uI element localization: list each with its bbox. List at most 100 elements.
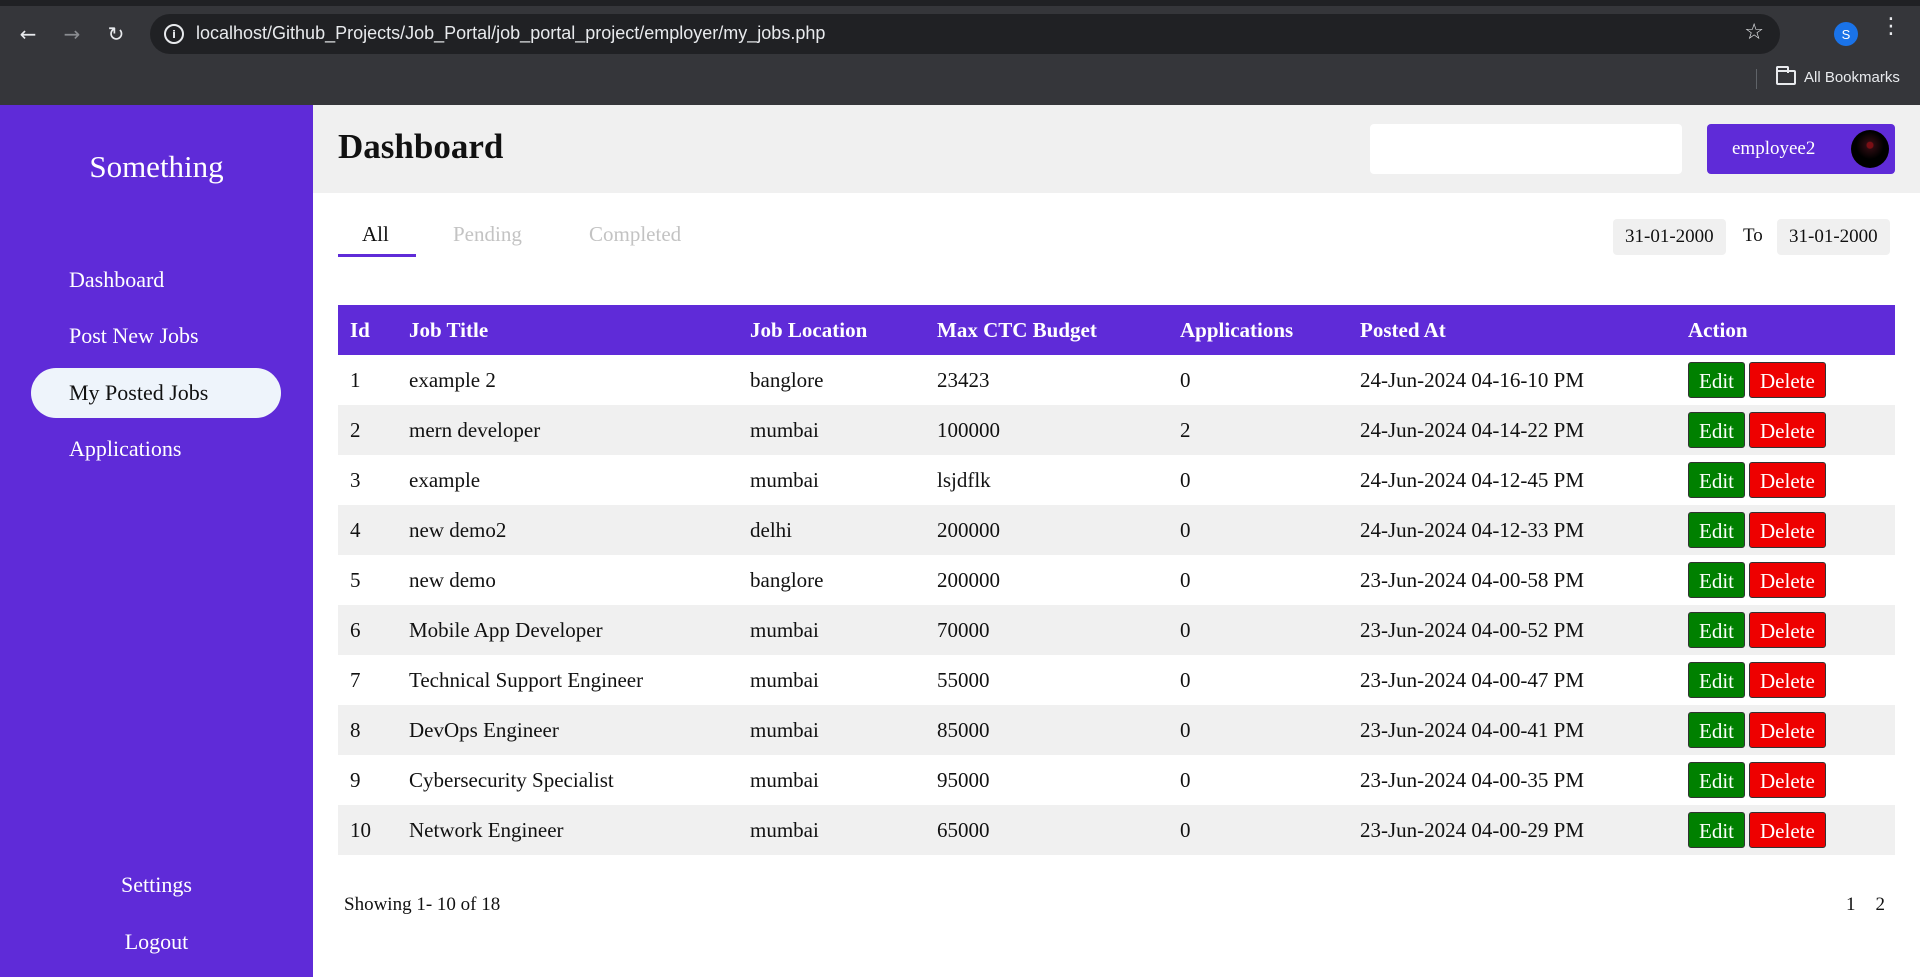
date-to-field[interactable]: 31-01-2000 [1777, 219, 1890, 255]
cell-job-title: Cybersecurity Specialist [409, 767, 614, 792]
cell-max-ctc: 200000 [925, 505, 1168, 555]
column-header-action: Action [1676, 305, 1895, 355]
cell-id: 9 [350, 767, 361, 792]
sidebar-item-applications[interactable]: Applications [31, 424, 281, 474]
delete-button[interactable]: Delete [1749, 812, 1826, 848]
cell-applications: 0 [1180, 567, 1191, 592]
tab-all[interactable]: All [362, 222, 389, 247]
delete-button[interactable]: Delete [1749, 362, 1826, 398]
cell-action: Edit Delete [1676, 655, 1895, 705]
jobs-table: Id Job Title Job Location Max CTC Budget… [338, 305, 1895, 855]
cell-id: 10 [338, 805, 397, 855]
date-from-field[interactable]: 31-01-2000 [1613, 219, 1726, 255]
cell-max-ctc: 95000 [937, 767, 990, 792]
edit-button[interactable]: Edit [1688, 812, 1745, 848]
sidebar-item-label: Post New Jobs [69, 323, 199, 348]
sidebar: Something Dashboard Post New Jobs My Pos… [0, 105, 313, 977]
delete-button[interactable]: Delete [1749, 712, 1826, 748]
table-row: 6 Mobile App Developer mumbai 70000 0 23-Jun-… [338, 605, 1895, 655]
cell-max-ctc: 65000 [925, 805, 1168, 855]
cell-job-location: mumbai [738, 705, 925, 755]
reload-icon[interactable]: ↻ [100, 18, 132, 50]
sidebar-item-post-new-jobs[interactable]: Post New Jobs [31, 311, 281, 361]
cell-applications: 2 [1168, 405, 1348, 455]
cell-action: Edit Delete [1676, 605, 1895, 655]
profile-avatar[interactable]: S [1834, 22, 1858, 46]
edit-button[interactable]: Edit [1688, 662, 1745, 698]
edit-button[interactable]: Edit [1688, 612, 1745, 648]
pagination-summary: Showing 1- 10 of 18 [344, 894, 501, 915]
delete-button[interactable]: Delete [1749, 762, 1826, 798]
search-input[interactable] [1370, 124, 1682, 174]
cell-job-title: new demo2 [397, 505, 738, 555]
edit-button[interactable]: Edit [1688, 562, 1745, 598]
delete-button[interactable]: Delete [1749, 662, 1826, 698]
table-row: 1 example 2 banglore 23423 0 24-Jun-2024 04-1… [338, 355, 1895, 405]
page-link-2[interactable]: 2 [1876, 894, 1886, 916]
tab-pending[interactable]: Pending [453, 222, 522, 247]
cell-posted-at: 23-Jun-2024 04-00-35 PM [1360, 767, 1584, 792]
cell-job-title: example [409, 467, 481, 492]
cell-applications: 0 [1180, 367, 1191, 392]
delete-button[interactable]: Delete [1749, 562, 1826, 598]
cell-job-title: Network Engineer [397, 805, 738, 855]
pagination: 1 2 [1846, 894, 1885, 916]
cell-applications: 0 [1168, 605, 1348, 655]
edit-button[interactable]: Edit [1688, 712, 1745, 748]
all-bookmarks-button[interactable]: All Bookmarks [1776, 66, 1900, 86]
tab-strip [0, 0, 1920, 6]
cell-posted-at: 24-Jun-2024 04-16-10 PM [1360, 367, 1584, 392]
table-row: 3 example mumbai lsjdflk 0 24-Jun-2024 04-12-… [338, 455, 1895, 505]
cell-max-ctc: 100000 [925, 405, 1168, 455]
cell-applications: 0 [1168, 505, 1348, 555]
table-row: 2 mern developer mumbai 100000 2 24-Jun-2024 … [338, 405, 1895, 455]
column-header-posted-at: Posted At [1348, 305, 1676, 355]
back-arrow-icon[interactable]: ← [12, 18, 44, 50]
delete-button[interactable]: Delete [1749, 462, 1826, 498]
bookmark-star-icon[interactable]: ☆ [1744, 20, 1764, 45]
cell-id: 1 [350, 367, 361, 392]
edit-button[interactable]: Edit [1688, 362, 1745, 398]
active-tab-indicator [338, 254, 416, 257]
cell-posted-at: 24-Jun-2024 04-14-22 PM [1348, 405, 1676, 455]
edit-button[interactable]: Edit [1688, 762, 1745, 798]
brand-logo[interactable]: Something [0, 149, 313, 185]
cell-job-location: mumbai [738, 605, 925, 655]
sidebar-item-label: My Posted Jobs [69, 380, 209, 405]
settings-link[interactable]: Settings [0, 872, 313, 898]
edit-button[interactable]: Edit [1688, 512, 1745, 548]
cell-action: Edit Delete [1676, 505, 1895, 555]
cell-id: 5 [350, 567, 361, 592]
kebab-menu-icon[interactable]: ⋮ [1880, 16, 1902, 38]
edit-button[interactable]: Edit [1688, 412, 1745, 448]
cell-max-ctc: 200000 [937, 567, 1000, 592]
cell-action: Edit Delete [1676, 705, 1895, 755]
delete-button[interactable]: Delete [1749, 412, 1826, 448]
sidebar-item-dashboard[interactable]: Dashboard [31, 255, 281, 305]
cell-job-location: delhi [738, 505, 925, 555]
cell-max-ctc: 55000 [937, 667, 990, 692]
table-row: 10 Network Engineer mumbai 65000 0 23-Jun-202… [338, 805, 1895, 855]
forward-arrow-icon[interactable]: → [56, 18, 88, 50]
address-bar[interactable]: i localhost/Github_Projects/Job_Portal/j… [150, 14, 1780, 54]
cell-max-ctc: 85000 [925, 705, 1168, 755]
column-header-applications: Applications [1168, 305, 1348, 355]
edit-button[interactable]: Edit [1688, 462, 1745, 498]
site-info-icon[interactable]: i [164, 24, 184, 44]
tab-completed[interactable]: Completed [589, 222, 681, 247]
delete-button[interactable]: Delete [1749, 612, 1826, 648]
cell-id: 4 [338, 505, 397, 555]
page-link-1[interactable]: 1 [1846, 894, 1856, 916]
logout-link[interactable]: Logout [0, 929, 313, 955]
cell-job-title: example 2 [409, 367, 496, 392]
cell-id: 6 [338, 605, 397, 655]
user-menu-button[interactable]: employee2 [1707, 124, 1895, 174]
cell-max-ctc: 23423 [937, 367, 990, 392]
column-header-job-location: Job Location [738, 305, 925, 355]
address-url[interactable]: localhost/Github_Projects/Job_Portal/job… [196, 23, 825, 44]
sidebar-item-my-posted-jobs[interactable]: My Posted Jobs [31, 368, 281, 418]
cell-job-location: banglore [750, 367, 824, 392]
cell-id: 2 [338, 405, 397, 455]
delete-button[interactable]: Delete [1749, 512, 1826, 548]
cell-action: Edit Delete [1676, 355, 1895, 405]
